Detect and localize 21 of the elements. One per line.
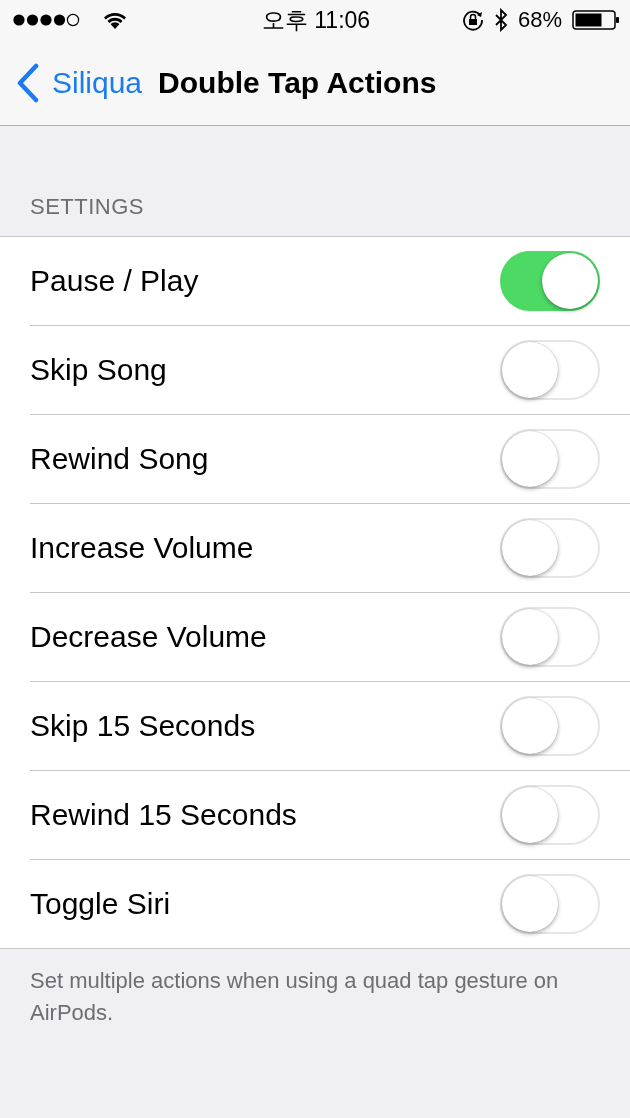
wifi-icon [102,10,128,30]
battery-percent: 68% [517,7,562,33]
chevron-left-icon [16,62,40,103]
bluetooth-icon [493,8,508,32]
toggle-switch[interactable] [500,251,600,311]
setting-label: Pause / Play [30,264,200,298]
back-button[interactable]: Siliqua [16,62,143,103]
setting-label: Decrease Volume [30,620,268,654]
setting-label: Toggle Siri [30,887,172,921]
section-header: SETTINGS [29,194,145,221]
rotation-lock-icon [461,9,484,31]
battery-icon [572,10,620,30]
signal-icon [12,13,80,27]
setting-label: Increase Volume [30,531,255,565]
setting-label: Skip 15 Seconds [30,709,257,743]
page-title: Double Tap Actions [158,65,437,100]
section-footer: Set multiple actions when using a quad tap gesture on AirPods. [0,949,630,1029]
setting-label: Rewind Song [30,442,210,476]
setting-label: Skip Song [30,353,168,387]
status-time: 오후 11:06 [261,5,371,35]
setting-label: Rewind 15 Seconds [30,798,298,832]
